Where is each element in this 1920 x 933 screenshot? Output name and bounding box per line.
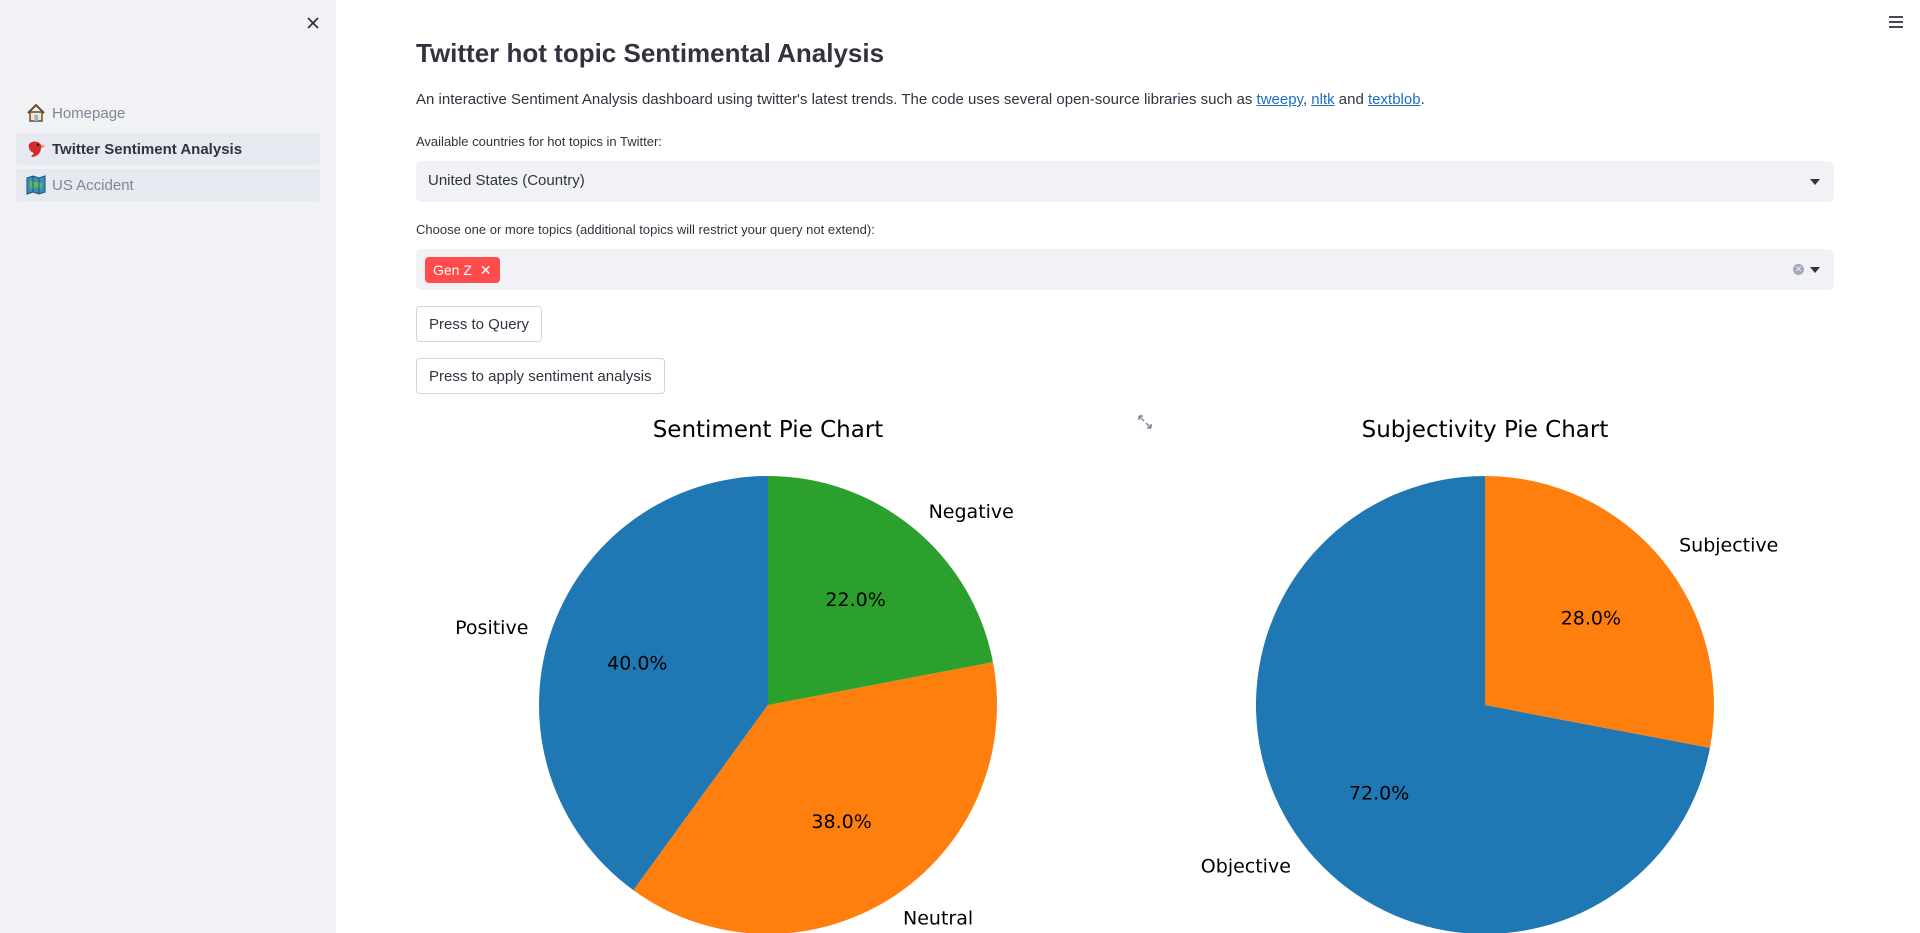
house-icon — [24, 101, 48, 125]
topics-multiselect[interactable]: Gen Z ✕ ✕ — [416, 249, 1834, 290]
sidebar: Homepage Twitter Sentiment Analysis US A… — [0, 0, 336, 933]
textblob-link[interactable]: textblob — [1368, 91, 1421, 108]
bird-icon — [24, 137, 48, 161]
topics-select-label: Choose one or more topics (additional to… — [416, 222, 875, 237]
pie-category-label: Negative — [929, 501, 1014, 523]
chart-title: Subjectivity Pie Chart — [1362, 417, 1609, 443]
intro-text: An interactive Sentiment Analysis dashbo… — [416, 91, 1425, 108]
intro-text-end: . — [1420, 91, 1425, 108]
pie-category-label: Objective — [1201, 856, 1291, 878]
pie-value-label: 40.0% — [607, 653, 667, 675]
remove-tag-icon[interactable]: ✕ — [480, 262, 492, 279]
topic-tag[interactable]: Gen Z ✕ — [425, 257, 500, 283]
sidebar-item-us-accident[interactable]: US Accident — [16, 169, 320, 201]
country-select-value: United States (Country) — [428, 172, 585, 189]
close-icon — [307, 17, 319, 29]
main-menu-button[interactable] — [1886, 12, 1906, 32]
clear-all-icon[interactable]: ✕ — [1793, 264, 1804, 275]
sidebar-item-label: Twitter Sentiment Analysis — [52, 140, 243, 158]
apply-sentiment-button[interactable]: Press to apply sentiment analysis — [416, 358, 665, 394]
page-title: Twitter hot topic Sentimental Analysis — [416, 38, 885, 68]
pie-category-label: Neutral — [903, 908, 973, 930]
pie-charts-figure: Sentiment Pie Chart 40.0% Positive 38.0% Neu… — [455, 417, 1778, 933]
sidebar-item-twitter-sentiment[interactable]: Twitter Sentiment Analysis — [16, 133, 320, 165]
pie-value-label: 22.0% — [825, 589, 885, 611]
sidebar-item-label: US Accident — [52, 176, 134, 194]
sidebar-item-label: Homepage — [52, 104, 126, 122]
pie-value-label: 38.0% — [811, 811, 871, 833]
map-icon — [24, 173, 48, 197]
sidebar-item-homepage[interactable]: Homepage — [16, 97, 320, 129]
intro-text-start: An interactive Sentiment Analysis dashbo… — [416, 91, 1257, 108]
country-select[interactable]: United States (Country) — [416, 161, 1834, 202]
charts-area: Sentiment Pie Chart 40.0% Positive 38.0% Neu… — [416, 408, 1856, 933]
country-select-label: Available countries for hot topics in Tw… — [416, 134, 662, 149]
pie-chart-1: Sentiment Pie Chart 40.0% Positive 38.0% Neu… — [455, 417, 1014, 933]
close-sidebar-button[interactable] — [300, 10, 326, 36]
pie-value-label: 28.0% — [1561, 607, 1621, 629]
pie-chart-2: Subjectivity Pie Chart 72.0% Objective 28.0… — [1201, 417, 1778, 933]
tweepy-link[interactable]: tweepy — [1257, 91, 1303, 108]
chevron-down-icon — [1810, 179, 1820, 185]
pie-category-label: Positive — [455, 617, 528, 639]
query-button[interactable]: Press to Query — [416, 306, 543, 342]
pie-value-label: 72.0% — [1349, 783, 1409, 805]
intro-separator: and — [1334, 91, 1369, 108]
chart-title: Sentiment Pie Chart — [653, 417, 884, 443]
sidebar-nav: Homepage Twitter Sentiment Analysis US A… — [16, 97, 320, 205]
topic-tag-label: Gen Z — [433, 262, 472, 278]
hamburger-icon — [1889, 16, 1903, 28]
chevron-down-icon — [1810, 267, 1820, 273]
pie-category-label: Subjective — [1679, 534, 1778, 556]
nltk-link[interactable]: nltk — [1311, 91, 1334, 108]
